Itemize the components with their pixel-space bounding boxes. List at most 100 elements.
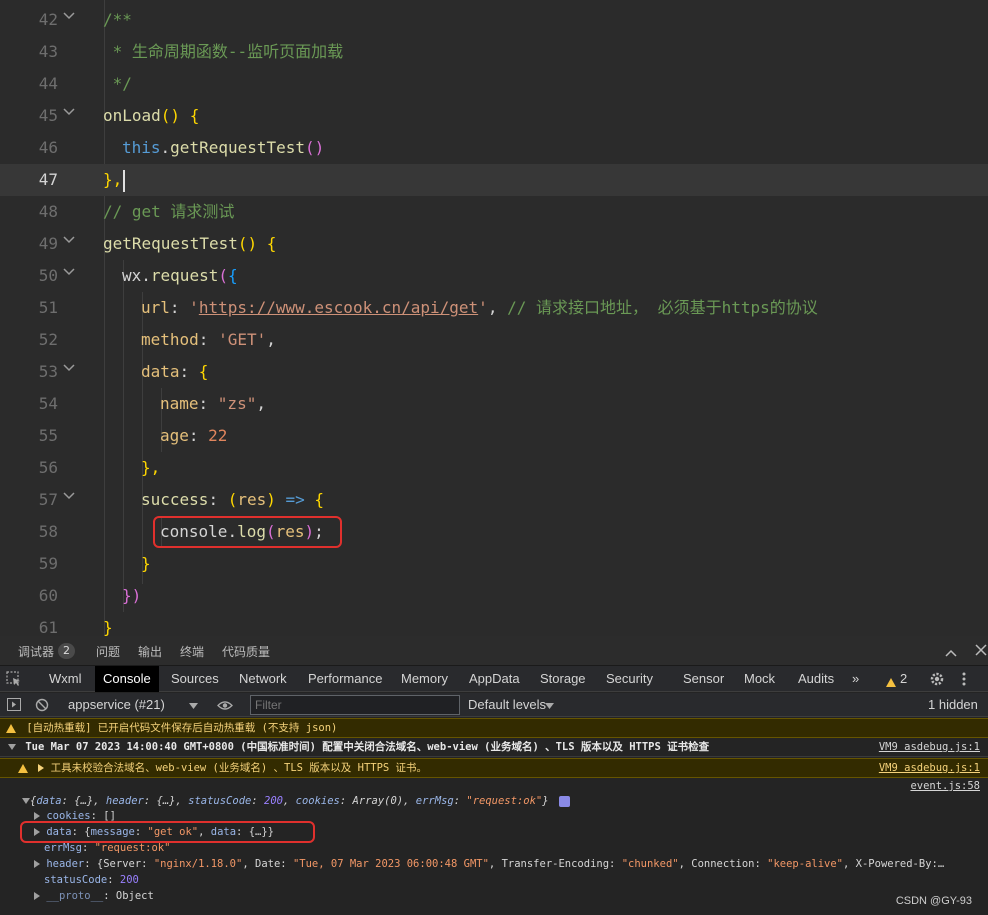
- warning-icon[interactable]: [886, 674, 896, 689]
- code-editor[interactable]: 42 43 44 45 46 47 48 49 50 51 52 53 54 55 56 57 58 59 60 61…: [0, 0, 988, 636]
- code-line-60[interactable]: }): [122, 580, 141, 612]
- code-line-54[interactable]: name: "zs",: [160, 388, 266, 420]
- code-line-43[interactable]: * 生命周期函数--监听页面加载: [103, 36, 344, 68]
- source-link[interactable]: event.js:58: [910, 778, 980, 794]
- prop-header[interactable]: header: {Server: "nginx/1.18.0", Date: "…: [0, 856, 988, 872]
- line-number: 57: [38, 490, 58, 509]
- expand-arrow-icon[interactable]: [34, 892, 40, 900]
- line-number: 54: [38, 394, 58, 413]
- fold-chevron-icon[interactable]: [63, 492, 77, 506]
- code-line-48[interactable]: // get 请求测试: [103, 196, 234, 228]
- warning-count[interactable]: 2: [900, 666, 907, 692]
- console-message-text: Tue Mar 07 2023 14:00:40 GMT+0800 (中国标准时…: [25, 741, 710, 753]
- object-summary[interactable]: {data: {…}, header: {…}, statusCode: 200…: [0, 793, 988, 809]
- sidebar-toggle-icon[interactable]: [7, 698, 21, 714]
- more-tabs-button[interactable]: »: [852, 666, 859, 692]
- tab-security[interactable]: Security: [606, 666, 653, 692]
- tab-network[interactable]: Network: [239, 666, 287, 692]
- code-line-50[interactable]: wx.request({: [122, 260, 238, 292]
- tab-sensor[interactable]: Sensor: [683, 666, 724, 692]
- editor-line-row[interactable]: 61: [0, 612, 988, 636]
- code-line-46[interactable]: this.getRequestTest(): [122, 132, 324, 164]
- fold-chevron-icon[interactable]: [63, 108, 77, 122]
- code-line-42[interactable]: /**: [103, 4, 132, 36]
- context-selector[interactable]: appservice (#21): [68, 693, 165, 717]
- code-line-56[interactable]: },: [141, 452, 160, 484]
- editor-line-row[interactable]: 44: [0, 68, 988, 100]
- tab-terminal[interactable]: 终端: [180, 643, 204, 660]
- tab-mock[interactable]: Mock: [744, 666, 775, 692]
- tab-wxml[interactable]: Wxml: [49, 666, 82, 692]
- fold-chevron-icon[interactable]: [63, 268, 77, 282]
- inspect-element-icon[interactable]: [6, 671, 22, 690]
- console-warning-domain[interactable]: 工具未校验合法域名、web-view (业务域名) 、TLS 版本以及 HTTP…: [0, 758, 988, 778]
- expand-arrow-icon[interactable]: [34, 812, 40, 820]
- tab-issues[interactable]: 问题: [96, 643, 120, 660]
- editor-line-row[interactable]: 60: [0, 580, 988, 612]
- code-line-51[interactable]: url: 'https://www.escook.cn/api/get', //…: [141, 292, 818, 324]
- source-link[interactable]: VM9 asdebug.js:1: [879, 759, 980, 777]
- tab-debugger[interactable]: 调试器: [18, 643, 55, 669]
- tab-audits[interactable]: Audits: [798, 666, 834, 692]
- console-output: [自动热重载] 已开启代码文件保存后自动热重载 (不支持 json) Tue M…: [0, 718, 988, 915]
- fold-chevron-icon[interactable]: [63, 236, 77, 250]
- line-number: 47: [38, 170, 58, 189]
- text-caret: [123, 169, 126, 192]
- source-link[interactable]: VM9 asdebug.js:1: [879, 739, 980, 756]
- editor-line-row[interactable]: 55: [0, 420, 988, 452]
- chevron-down-icon[interactable]: [189, 693, 198, 717]
- tab-performance[interactable]: Performance: [308, 666, 382, 692]
- expand-arrow-icon[interactable]: [38, 764, 45, 772]
- close-icon[interactable]: [975, 644, 987, 659]
- expand-arrow-icon[interactable]: [8, 744, 16, 750]
- fold-chevron-icon[interactable]: [63, 364, 77, 378]
- line-number: 49: [38, 234, 58, 253]
- code-line-49[interactable]: getRequestTest() {: [103, 228, 276, 260]
- line-number: 42: [38, 10, 58, 29]
- prop-proto[interactable]: __proto__: Object: [0, 888, 988, 904]
- code-line-44[interactable]: */: [103, 68, 132, 100]
- tab-output[interactable]: 输出: [138, 643, 162, 660]
- log-levels-dropdown[interactable]: Default levels: [468, 693, 546, 717]
- console-group-domain-check[interactable]: Tue Mar 07 2023 14:00:40 GMT+0800 (中国标准时…: [0, 739, 988, 757]
- tab-code-quality[interactable]: 代码质量: [222, 643, 270, 660]
- more-options-icon[interactable]: [962, 671, 966, 690]
- editor-line-row[interactable]: 47: [0, 164, 988, 196]
- warning-icon: [6, 723, 16, 733]
- highlight-console-log: [153, 516, 342, 548]
- fold-chevron-icon[interactable]: [63, 12, 77, 26]
- code-line-45[interactable]: onLoad() {: [103, 100, 199, 132]
- tab-memory[interactable]: Memory: [401, 666, 448, 692]
- clear-console-icon[interactable]: [35, 698, 49, 715]
- expand-arrow-icon[interactable]: [22, 798, 30, 804]
- prop-statuscode[interactable]: statusCode: 200: [0, 872, 988, 888]
- editor-line-row[interactable]: 58: [0, 516, 988, 548]
- eye-icon[interactable]: [217, 699, 233, 714]
- info-icon[interactable]: [558, 795, 570, 807]
- code-line-53[interactable]: data: {: [141, 356, 208, 388]
- chevron-down-icon[interactable]: [545, 693, 554, 717]
- console-message-text: [自动热重载] 已开启代码文件保存后自动热重载 (不支持 json): [26, 722, 338, 734]
- tab-appdata[interactable]: AppData: [469, 666, 520, 692]
- debugger-count-badge: 2: [58, 643, 75, 659]
- code-line-57[interactable]: success: (res) => {: [141, 484, 324, 516]
- expand-arrow-icon[interactable]: [34, 860, 40, 868]
- code-line-47[interactable]: },: [103, 164, 126, 196]
- code-line-52[interactable]: method: 'GET',: [141, 324, 276, 356]
- line-number: 55: [38, 426, 58, 445]
- gear-icon[interactable]: [929, 671, 945, 690]
- line-number: 59: [38, 554, 58, 573]
- tab-console[interactable]: Console: [95, 666, 159, 692]
- tab-storage[interactable]: Storage: [540, 666, 586, 692]
- filter-input[interactable]: [250, 695, 460, 715]
- chevron-up-icon[interactable]: [945, 646, 957, 660]
- console-warning-autoreload[interactable]: [自动热重载] 已开启代码文件保存后自动热重载 (不支持 json): [0, 718, 988, 738]
- code-line-59[interactable]: }: [141, 548, 151, 580]
- code-line-61[interactable]: }: [103, 612, 113, 636]
- line-number: 53: [38, 362, 58, 381]
- code-line-55[interactable]: age: 22: [160, 420, 227, 452]
- editor-line-row[interactable]: 54: [0, 388, 988, 420]
- line-number: 58: [38, 522, 58, 541]
- editor-line-row[interactable]: 42: [0, 4, 988, 36]
- tab-sources[interactable]: Sources: [171, 666, 219, 692]
